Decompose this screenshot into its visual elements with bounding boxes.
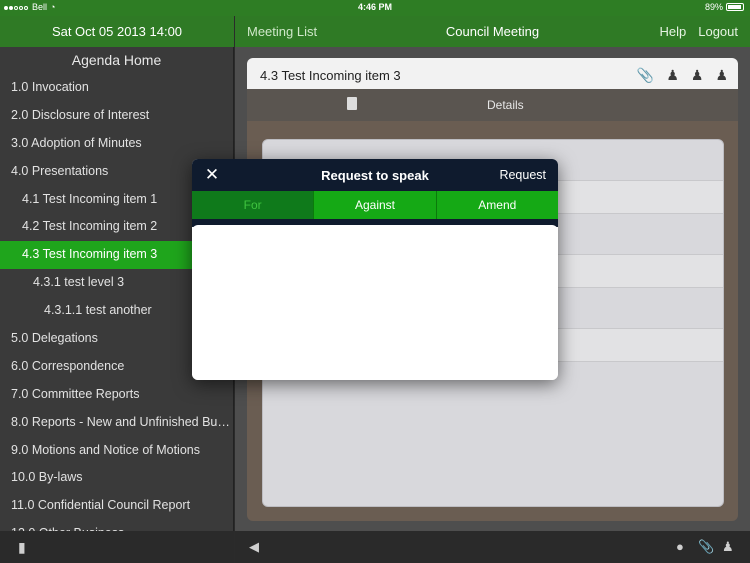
sidebar-agenda-item[interactable]: 9.0 Motions and Notice of Motions bbox=[0, 437, 233, 465]
speaker-icon[interactable]: ♟ bbox=[715, 67, 728, 84]
help-button[interactable]: Help bbox=[659, 24, 686, 39]
segment-for[interactable]: For bbox=[192, 191, 314, 219]
logout-button[interactable]: Logout bbox=[698, 24, 738, 39]
main-header: Meeting List Council Meeting Help Logout bbox=[235, 16, 750, 47]
sidebar-agenda-item[interactable]: 12.0 Other Business bbox=[0, 520, 233, 531]
battery-percent: 89% bbox=[704, 2, 723, 12]
speak-type-segmented-control: For Against Amend bbox=[192, 191, 558, 219]
status-bar: Bell ◔ 4:46 PM 89% bbox=[0, 0, 750, 16]
status-time: 4:46 PM bbox=[357, 2, 392, 12]
agenda-home-button[interactable]: Agenda Home bbox=[0, 47, 233, 74]
sidebar-footer: ▮ bbox=[0, 531, 234, 563]
bookmark-icon[interactable]: ▮ bbox=[18, 539, 26, 556]
request-to-speak-popover: ✕ Request to speak Request For Against A… bbox=[192, 159, 558, 380]
person-icon[interactable]: ♟ bbox=[722, 539, 734, 555]
sidebar-agenda-item[interactable]: 2.0 Disclosure of Interest bbox=[0, 102, 233, 130]
item-title: 4.3 Test Incoming item 3 bbox=[260, 68, 401, 83]
header-actions: Help Logout bbox=[659, 24, 738, 39]
sidebar-agenda-item[interactable]: 11.0 Confidential Council Report bbox=[0, 492, 233, 520]
tab-details[interactable]: Details bbox=[487, 98, 524, 112]
battery-indicator: 89% bbox=[705, 2, 744, 12]
popover-header: ✕ Request to speak Request bbox=[192, 159, 558, 191]
attachment-icon[interactable]: 📎 bbox=[698, 539, 714, 555]
segment-against[interactable]: Against bbox=[313, 191, 436, 219]
meeting-date-header: Sat Oct 05 2013 14:00 bbox=[0, 16, 234, 47]
details-tab-bar: Details bbox=[247, 89, 738, 121]
collapse-sidebar-icon[interactable]: ◀ bbox=[249, 539, 259, 555]
sidebar-agenda-item[interactable]: 3.0 Adoption of Minutes bbox=[0, 130, 233, 158]
main-footer: ◀ ● 📎 ♟ bbox=[235, 531, 750, 563]
speaker-icon[interactable]: ♟ bbox=[691, 67, 704, 84]
sidebar-agenda-item[interactable]: 1.0 Invocation bbox=[0, 74, 233, 102]
document-icon[interactable] bbox=[347, 97, 357, 110]
item-icons: 📎 ♟ ♟ ♟ bbox=[637, 67, 728, 84]
sidebar-agenda-item[interactable]: 10.0 By-laws bbox=[0, 464, 233, 492]
microphone-icon[interactable]: ● bbox=[676, 539, 684, 554]
sidebar-agenda-item[interactable]: 8.0 Reports - New and Unfinished Busines… bbox=[0, 409, 233, 437]
battery-icon bbox=[726, 3, 744, 11]
speaker-icon[interactable]: ♟ bbox=[666, 67, 679, 84]
popover-body bbox=[192, 225, 558, 380]
request-button[interactable]: Request bbox=[499, 168, 546, 182]
attachment-icon[interactable]: 📎 bbox=[637, 67, 654, 84]
sidebar-agenda-item[interactable]: 7.0 Committee Reports bbox=[0, 381, 233, 409]
segment-amend[interactable]: Amend bbox=[435, 191, 558, 219]
